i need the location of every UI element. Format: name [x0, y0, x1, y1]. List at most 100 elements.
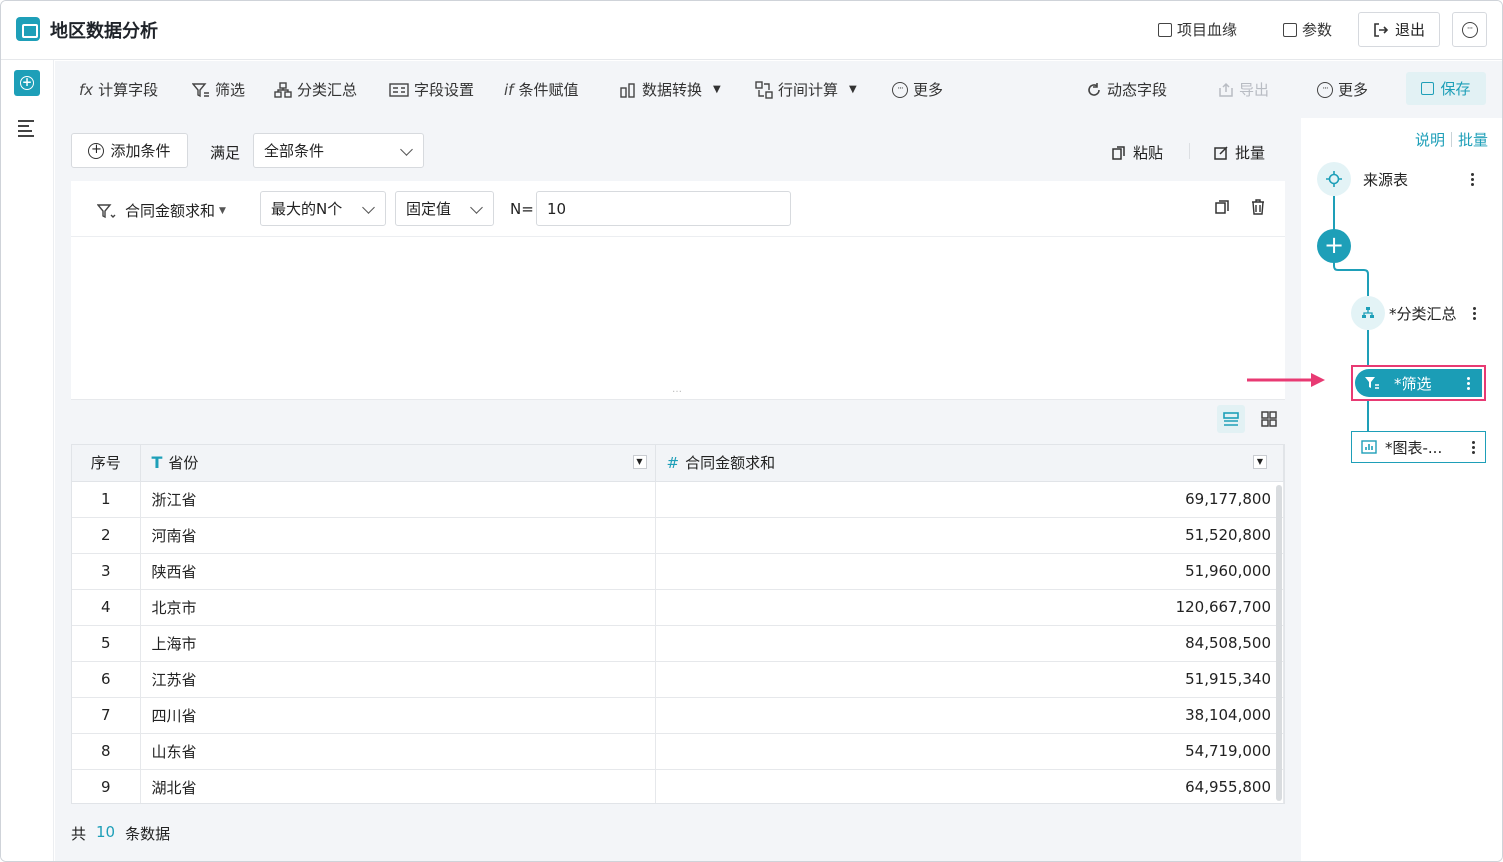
outline-icon[interactable] — [18, 120, 34, 140]
resize-handle[interactable]: … — [672, 384, 682, 395]
table-view-toggle[interactable] — [1217, 405, 1245, 433]
table-header-row: 序号 T 省份 ▼ # 合同金额求和 ▼ — [72, 445, 1284, 482]
node-menu-icon[interactable] — [1472, 440, 1475, 454]
row-count: 共 10 条数据 — [71, 823, 171, 843]
plus-icon: + — [20, 75, 34, 90]
params-icon — [1283, 22, 1297, 37]
condition-field-selector[interactable]: 合同金额求和 ▼ — [97, 200, 226, 221]
filter-icon — [1365, 377, 1379, 389]
table-row[interactable]: 8 山东省 54,719,000 — [72, 733, 1284, 770]
table-row[interactable]: 7 四川省 38,104,000 — [72, 697, 1284, 734]
header-province[interactable]: T 省份 ▼ — [140, 445, 656, 482]
divider — [71, 399, 1285, 400]
cell-index: 1 — [72, 481, 141, 518]
rail-add-button[interactable]: + — [14, 70, 40, 96]
cell-amount: 84,508,500 — [655, 625, 1284, 662]
grid-view-toggle[interactable] — [1255, 405, 1283, 433]
table-row[interactable]: 1 浙江省 69,177,800 — [72, 481, 1284, 518]
n-value-input[interactable]: 10 — [536, 191, 791, 226]
refresh-icon — [1088, 82, 1100, 96]
satisfy-select[interactable]: 全部条件 — [253, 133, 424, 168]
exit-button[interactable]: 退出 — [1358, 12, 1440, 47]
cell-province: 河南省 — [140, 517, 656, 554]
help-link[interactable]: 说明 — [1415, 129, 1445, 150]
copy-icon[interactable] — [1214, 199, 1230, 215]
filter-button[interactable]: 筛选 — [192, 79, 245, 100]
column-menu-icon[interactable]: ▼ — [1253, 455, 1267, 469]
table-row[interactable]: 6 江苏省 51,915,340 — [72, 661, 1284, 698]
cell-index: 6 — [72, 661, 141, 698]
cell-amount: 54,719,000 — [655, 733, 1284, 770]
export-button[interactable]: 导出 — [1218, 79, 1269, 100]
more-icon: ··· — [892, 81, 908, 98]
paste-button[interactable]: 粘贴 — [1111, 142, 1163, 163]
chevron-down-icon — [362, 201, 375, 214]
cell-amount: 64,955,800 — [655, 769, 1284, 803]
n-label: N= — [510, 200, 534, 218]
vertical-scrollbar[interactable] — [1276, 485, 1282, 801]
text-type-icon: T — [151, 453, 163, 473]
value-type-select[interactable]: 固定值 — [395, 191, 494, 226]
flow-panel: 说明 批量 来源表 + *分类汇总 *筛选 *图表-... — [1301, 118, 1502, 861]
page-title: 地区数据分析 — [50, 21, 158, 42]
dynamic-field-button[interactable]: 动态字段 — [1086, 79, 1167, 100]
cell-amount: 51,915,340 — [655, 661, 1284, 698]
node-menu-icon[interactable] — [1467, 376, 1470, 390]
caret-down-icon: ▼ — [713, 84, 721, 95]
cell-province: 四川省 — [140, 697, 656, 734]
operator-select[interactable]: 最大的N个 — [260, 191, 386, 226]
cell-province: 浙江省 — [140, 481, 656, 518]
calc-field-button[interactable]: fx 计算字段 — [79, 79, 158, 100]
batch-button[interactable]: 批量 — [1213, 142, 1265, 163]
params-button[interactable]: 参数 — [1283, 19, 1332, 40]
flow-node-chart[interactable]: *图表-... — [1351, 431, 1486, 463]
data-table: 序号 T 省份 ▼ # 合同金额求和 ▼ 1 浙江省 69,177,800 2 … — [71, 444, 1285, 804]
flow-node-group-summary[interactable]: *分类汇总 — [1351, 296, 1486, 330]
chevron-down-icon — [470, 201, 483, 214]
table-row[interactable]: 4 北京市 120,667,700 — [72, 589, 1284, 626]
node-menu-icon[interactable] — [1471, 172, 1474, 186]
save-button[interactable]: 保存 — [1406, 72, 1486, 105]
cell-index: 4 — [72, 589, 141, 626]
flow-node-filter-selected[interactable]: *筛选 — [1351, 365, 1486, 401]
caret-down-icon: ▼ — [219, 205, 226, 216]
flow-batch-link[interactable]: 批量 — [1458, 129, 1488, 150]
row-calc-button[interactable]: 行间计算 ▼ — [755, 79, 857, 100]
filter-icon — [97, 203, 116, 218]
left-rail: + — [1, 60, 54, 861]
delete-icon[interactable] — [1250, 199, 1266, 215]
add-step-button[interactable]: + — [1317, 229, 1351, 263]
lineage-button[interactable]: 项目血缘 — [1158, 19, 1237, 40]
header-amount[interactable]: # 合同金额求和 ▼ — [655, 445, 1284, 482]
flow-node-source[interactable]: 来源表 — [1317, 162, 1486, 196]
number-type-icon: # — [666, 453, 680, 472]
more-icon: ··· — [1461, 21, 1478, 38]
column-menu-icon[interactable]: ▼ — [632, 455, 647, 469]
condition-bar: + 添加条件 满足 全部条件 粘贴 批量 — [71, 133, 1285, 169]
cell-index: 3 — [72, 553, 141, 590]
flow-links: 说明 批量 — [1415, 129, 1488, 150]
add-condition-button[interactable]: + 添加条件 — [71, 133, 188, 168]
caret-down-icon: ▼ — [849, 84, 857, 95]
table-row[interactable]: 2 河南省 51,520,800 — [72, 517, 1284, 554]
cell-index: 5 — [72, 625, 141, 662]
data-transform-button[interactable]: 数据转换 ▼ — [619, 79, 721, 100]
cell-province: 陕西省 — [140, 553, 656, 590]
app-logo-icon — [16, 17, 40, 41]
table-row[interactable]: 9 湖北省 64,955,800 — [72, 769, 1284, 803]
node-menu-icon[interactable] — [1473, 306, 1476, 320]
table-row[interactable]: 3 陕西省 51,960,000 — [72, 553, 1284, 590]
transform-icon — [620, 82, 635, 98]
more-right-button[interactable]: ··· 更多 — [1317, 79, 1368, 100]
cell-amount: 51,960,000 — [655, 553, 1284, 590]
condition-assign-button[interactable]: if 条件赋值 — [504, 79, 578, 100]
if-icon: if — [504, 80, 514, 99]
toolbar: fx 计算字段 筛选 分类汇总 字段设置 if 条件赋值 数据转换 ▼ 行间计算… — [55, 61, 1502, 118]
app-window: 地区数据分析 项目血缘 参数 退出 ··· + fx 计算字段 筛选 分类汇总 … — [0, 0, 1503, 862]
header-more-button[interactable]: ··· — [1452, 12, 1487, 47]
cell-province: 上海市 — [140, 625, 656, 662]
field-settings-button[interactable]: 字段设置 — [389, 79, 474, 100]
table-row[interactable]: 5 上海市 84,508,500 — [72, 625, 1284, 662]
more-left-button[interactable]: ··· 更多 — [892, 79, 943, 100]
group-summary-button[interactable]: 分类汇总 — [274, 79, 357, 100]
